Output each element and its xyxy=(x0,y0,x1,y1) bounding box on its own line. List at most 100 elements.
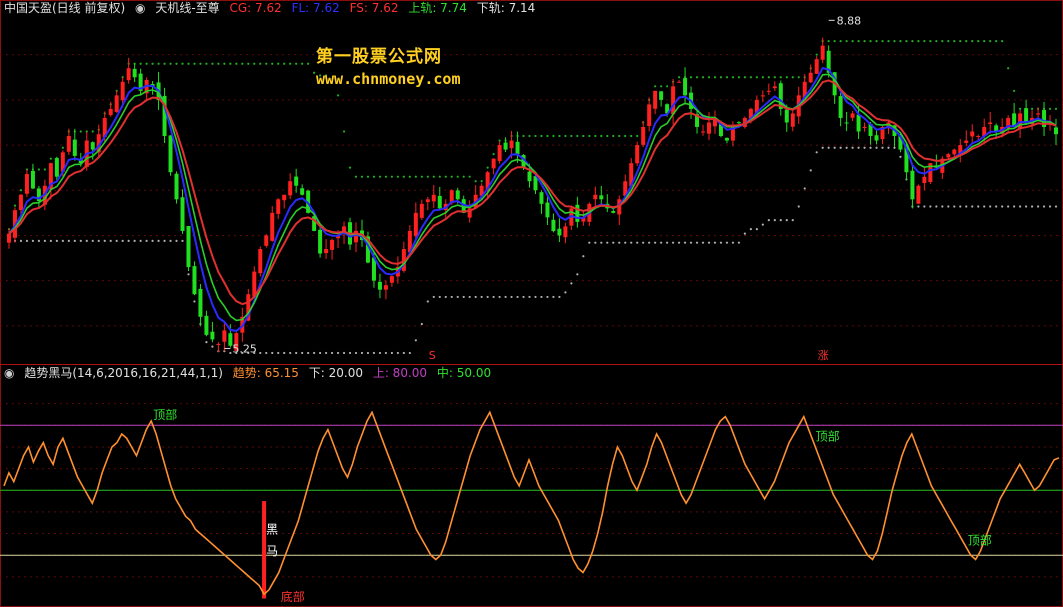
lower-band-point xyxy=(1007,205,1010,208)
upper-band-point xyxy=(959,40,962,43)
candle-body xyxy=(820,45,825,60)
candle-body xyxy=(539,192,544,204)
upper-band-point xyxy=(229,62,232,65)
candle-body xyxy=(736,122,741,124)
upper-band-point xyxy=(546,134,549,138)
lower-band-point xyxy=(1030,205,1034,208)
candle-body xyxy=(772,86,777,89)
lower-band-point xyxy=(31,239,35,242)
upper-band-point xyxy=(486,166,489,169)
lower-band-point xyxy=(594,241,597,244)
lower-band-point xyxy=(432,295,435,299)
lower-band-point xyxy=(923,205,926,208)
upper-band-point xyxy=(450,175,453,178)
candle-body xyxy=(922,176,927,184)
candle-body xyxy=(593,194,598,200)
candle-body xyxy=(425,199,430,203)
lower-band-point xyxy=(671,241,675,244)
candle-body xyxy=(910,170,915,200)
upper-panel-header: 中国天盈(日线 前复权) ◉ 天机线-至尊 CG: 7.62 FL: 7.62 … xyxy=(4,1,541,15)
lower-band-point xyxy=(283,351,286,355)
candle-body xyxy=(264,235,269,246)
candle-body xyxy=(24,173,29,194)
candle-body xyxy=(455,190,460,200)
lower-band-point xyxy=(313,351,316,355)
candle-body xyxy=(677,81,682,83)
candle-body xyxy=(258,249,263,274)
upper-band-point xyxy=(151,62,154,65)
lower-band-point xyxy=(839,146,842,149)
lower-band-point xyxy=(480,295,483,299)
dropdown-icon[interactable]: ◉ xyxy=(135,1,145,15)
stock-name: 中国天盈(日线 前复权) xyxy=(4,1,126,15)
upper-band-point xyxy=(899,40,902,43)
lower-panel-header: ◉ 趋势黑马(14,6,2016,16,21,44,1,1) 趋势: 65.15… xyxy=(4,366,497,380)
upper-band-point xyxy=(43,168,46,171)
upper-band-point xyxy=(61,146,64,149)
lower-band-point xyxy=(606,241,609,244)
lower-band-point xyxy=(642,241,645,244)
lower-band-point xyxy=(426,300,429,303)
trend-annotation: 马 xyxy=(266,544,278,558)
lower-band-point xyxy=(229,351,232,355)
lower-band-point xyxy=(1001,205,1004,208)
lower-band-point xyxy=(97,239,100,242)
candle-body xyxy=(276,199,281,214)
lower-band-point xyxy=(1019,205,1022,208)
lower-band-point xyxy=(767,218,770,222)
upper-band-point xyxy=(857,40,860,43)
lower-band-point xyxy=(133,239,136,242)
upper-band-point xyxy=(827,40,830,43)
trend-annotation: 黑 xyxy=(266,523,278,537)
lower-band-point xyxy=(169,239,172,242)
upper-band-point xyxy=(953,40,956,43)
lower-band-point xyxy=(390,351,394,355)
upper-band-point xyxy=(917,40,920,43)
lower-band-point xyxy=(743,232,746,235)
lower-band-point xyxy=(695,241,699,244)
upper-band-point xyxy=(13,204,17,207)
lower-band-point xyxy=(1042,205,1046,208)
upper-band-point xyxy=(624,134,627,138)
candle-body xyxy=(563,226,568,238)
mid-line-value: 中: 50.00 xyxy=(436,366,492,380)
lower-band-point xyxy=(630,241,633,244)
upper-band-point xyxy=(444,175,447,178)
candle-body xyxy=(653,90,658,109)
lower-band-point xyxy=(271,351,274,355)
upper-band-point xyxy=(785,76,788,79)
lower-band-point xyxy=(103,239,106,242)
candle-body xyxy=(790,113,795,127)
lower-band-point xyxy=(989,205,992,208)
lower-band-point xyxy=(749,228,752,231)
upper-band-point xyxy=(612,134,615,138)
upper-band-point xyxy=(217,62,220,65)
upper-band-point xyxy=(1030,107,1034,111)
indicator-name[interactable]: 天机线-至尊 xyxy=(155,1,219,15)
lower-band-point xyxy=(821,146,824,149)
lower-band-point xyxy=(1036,205,1040,208)
upper-band-point xyxy=(372,175,376,178)
candle-body xyxy=(6,233,11,243)
lower-band-point xyxy=(564,291,567,294)
lower-band-point xyxy=(1024,205,1028,208)
lower-band-point xyxy=(869,146,872,149)
lower-band-point xyxy=(809,169,812,172)
upper-band-point xyxy=(271,62,274,65)
candle-body xyxy=(120,81,125,101)
upper-band-point xyxy=(480,180,483,183)
upper-band-point xyxy=(666,85,669,88)
upper-band-point xyxy=(426,175,429,178)
upper-band-point xyxy=(749,76,752,79)
candle-body xyxy=(18,194,23,211)
lower-band-point xyxy=(67,239,70,242)
lower-indicator-name[interactable]: 趋势黑马(14,6,2016,16,21,44,1,1) xyxy=(24,366,223,380)
upper-band-point xyxy=(564,134,567,138)
upper-band-point xyxy=(534,134,537,138)
down-line-value: 下: 20.00 xyxy=(308,366,363,380)
lower-band-point xyxy=(396,351,399,355)
upper-band-point xyxy=(636,134,639,138)
watermark-title: 第一股票公式网 xyxy=(316,47,442,67)
dropdown-icon[interactable]: ◉ xyxy=(4,366,14,380)
lower-band-point xyxy=(319,351,322,355)
